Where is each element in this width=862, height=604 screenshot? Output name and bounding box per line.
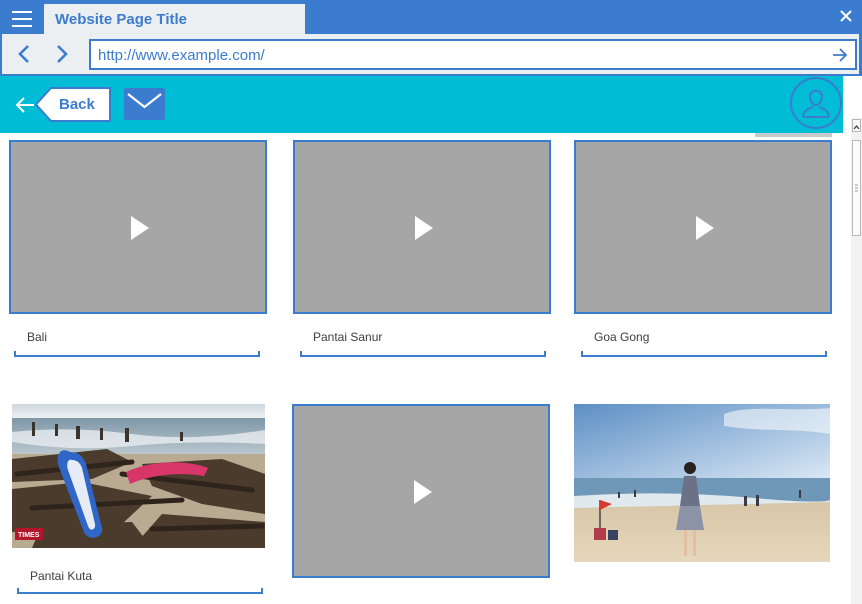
close-icon[interactable] — [838, 8, 854, 24]
video-thumbnail[interactable] — [9, 140, 267, 314]
chevron-left-icon[interactable] — [14, 43, 36, 65]
app-header: Back — [0, 76, 843, 133]
card-caption: Bali — [27, 330, 48, 344]
address-bar[interactable]: http://www.example.com/ — [89, 39, 857, 70]
beach-girl-photo[interactable] — [574, 404, 830, 562]
hamburger-menu-icon[interactable] — [8, 8, 36, 30]
arrow-left-icon[interactable] — [14, 94, 36, 116]
card-caption: Goa Gong — [594, 330, 650, 344]
arrow-right-icon[interactable] — [831, 46, 849, 64]
url-text: http://www.example.com/ — [98, 47, 265, 64]
tab-title: Website Page Title — [55, 11, 187, 28]
play-icon[interactable] — [413, 479, 433, 505]
mail-icon[interactable] — [124, 88, 165, 120]
card-caption: Pantai Sanur — [313, 330, 383, 344]
navigation-bar: http://www.example.com/ — [2, 34, 859, 74]
video-card[interactable]: Goa Gong — [574, 140, 832, 360]
browser-tab[interactable]: Website Page Title — [44, 4, 305, 34]
photo-card[interactable]: TIMES Pantai Kuta — [12, 404, 265, 600]
beach-debris-photo[interactable]: TIMES — [12, 404, 265, 548]
browser-chrome: Website Page Title http://www.example.co… — [0, 0, 862, 76]
header-shadow — [755, 133, 832, 137]
scroll-up-button[interactable] — [852, 119, 861, 132]
video-card[interactable]: Pantai Sanur — [293, 140, 551, 360]
video-thumbnail[interactable] — [574, 140, 832, 314]
play-icon[interactable] — [414, 215, 434, 241]
card-underline — [14, 351, 260, 357]
back-button[interactable]: Back — [35, 87, 112, 122]
play-icon[interactable] — [695, 215, 715, 241]
video-thumbnail[interactable] — [292, 404, 550, 578]
user-icon[interactable] — [789, 76, 843, 130]
video-card[interactable] — [292, 404, 550, 578]
play-icon[interactable] — [130, 215, 150, 241]
photo-card[interactable] — [574, 404, 830, 562]
photo-watermark: TIMES — [18, 532, 40, 539]
card-underline — [300, 351, 546, 357]
video-thumbnail[interactable] — [293, 140, 551, 314]
card-underline — [17, 588, 263, 594]
vertical-scrollbar[interactable] — [851, 118, 862, 604]
card-underline — [581, 351, 827, 357]
scroll-thumb[interactable] — [852, 140, 861, 236]
chevron-right-icon[interactable] — [50, 43, 72, 65]
video-card[interactable]: Bali — [9, 140, 267, 360]
card-caption: Pantai Kuta — [30, 569, 93, 583]
back-button-label: Back — [59, 96, 95, 113]
